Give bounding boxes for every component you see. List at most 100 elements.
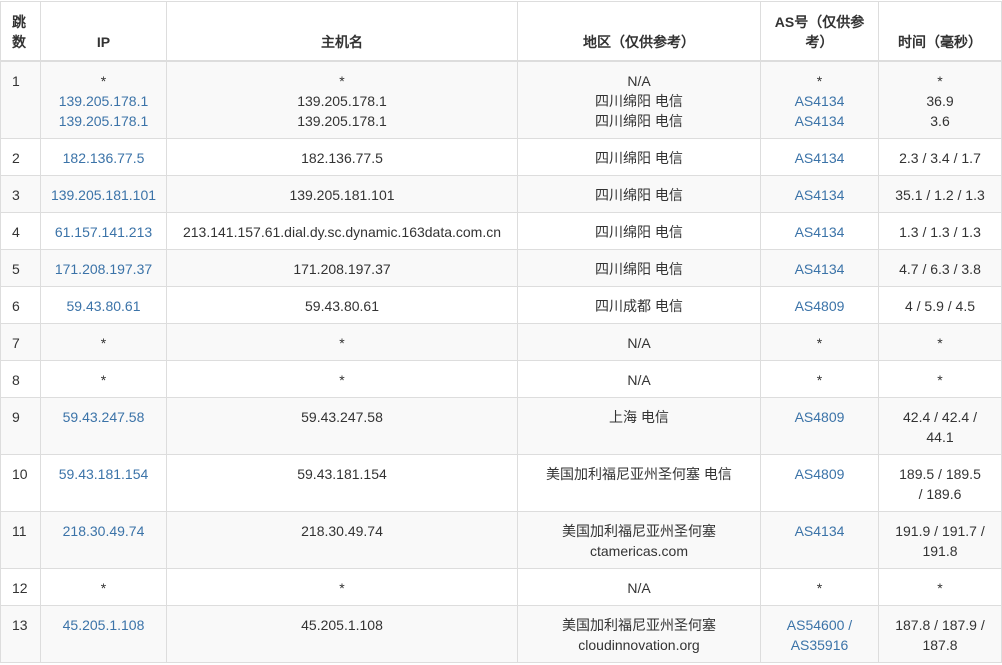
cell-time: 35.1 / 1.2 / 1.3	[878, 174, 1002, 213]
cell-as: AS4134	[760, 174, 879, 213]
as-link[interactable]: AS54600 /	[765, 615, 874, 635]
table-row: 11 218.30.49.74 218.30.49.74 美国加利福尼亚州圣何塞 cta…	[0, 510, 1002, 569]
as-text: *	[816, 371, 823, 388]
time-text: 191.9 / 191.7 /	[895, 522, 985, 539]
table-row: 9 59.43.247.58 59.43.247.58 上海 电信 AS4809 42.4…	[0, 396, 1002, 455]
cell-as: *	[760, 359, 879, 398]
cell-as: AS4134	[760, 211, 879, 250]
ip-link[interactable]: 139.205.178.1	[45, 111, 162, 131]
cell-as: AS54600 /AS35916	[760, 604, 879, 663]
as-link[interactable]: AS4134	[765, 521, 874, 541]
time-text: 191.8	[922, 542, 958, 559]
time-text: 4 / 5.9 / 4.5	[904, 297, 976, 314]
time-text: / 189.6	[918, 485, 962, 502]
area-text: ctamericas.com	[589, 542, 689, 559]
cell-ip: 59.43.181.154	[40, 453, 167, 512]
host-text: 139.205.178.1	[297, 112, 387, 129]
cell-host: 218.30.49.74	[166, 510, 518, 569]
cell-host: 59.43.181.154	[166, 453, 518, 512]
cell-as: AS4809	[760, 285, 879, 324]
area-text: 四川绵阳 电信	[595, 186, 683, 203]
cell-hop: 11	[0, 510, 41, 569]
header-area: 地区（仅供参考）	[517, 1, 761, 62]
area-text: 四川绵阳 电信	[595, 260, 683, 277]
cell-as: AS4809	[760, 396, 879, 455]
cell-host: *	[166, 359, 518, 398]
as-link[interactable]: AS4134	[765, 91, 874, 111]
as-link[interactable]: AS4809	[765, 296, 874, 316]
cell-ip: 218.30.49.74	[40, 510, 167, 569]
cell-host: 182.136.77.5	[166, 137, 518, 176]
time-text: *	[937, 579, 943, 596]
time-text: 42.4 / 42.4 /	[903, 408, 977, 425]
cell-host: 139.205.181.101	[166, 174, 518, 213]
cell-area: 四川绵阳 电信	[517, 248, 761, 287]
cell-area: 上海 电信	[517, 396, 761, 455]
cell-area: 四川绵阳 电信	[517, 174, 761, 213]
host-text: 59.43.247.58	[301, 408, 383, 425]
cell-area: N/A	[517, 567, 761, 606]
ip-link[interactable]: 59.43.181.154	[45, 464, 162, 484]
cell-hop: 5	[0, 248, 41, 287]
time-text: *	[937, 72, 943, 89]
header-time: 时间（毫秒）	[878, 1, 1002, 62]
cell-as: * AS4134 AS4134	[760, 60, 879, 139]
cell-area: 美国加利福尼亚州圣何塞 ctamericas.com	[517, 510, 761, 569]
as-link[interactable]: AS4134	[765, 222, 874, 242]
table-row: 6 59.43.80.61 59.43.80.61 四川成都 电信 AS4809 4 / …	[0, 285, 1002, 324]
cell-as: *	[760, 567, 879, 606]
table-body: 1 * 139.205.178.1 139.205.178.1 * 139.205.178…	[0, 60, 1002, 663]
cell-time: 191.9 / 191.7 / 191.8	[878, 510, 1002, 569]
cell-time: 4.7 / 6.3 / 3.8	[878, 248, 1002, 287]
area-text: N/A	[627, 579, 651, 596]
as-link[interactable]: AS4809	[765, 464, 874, 484]
host-text: *	[339, 72, 345, 89]
cell-hop: 3	[0, 174, 41, 213]
time-text: 1.3 / 1.3 / 1.3	[899, 223, 981, 240]
ip-link[interactable]: 139.205.178.1	[45, 91, 162, 111]
as-link[interactable]: AS4134	[765, 259, 874, 279]
ip-link[interactable]: 61.157.141.213	[45, 222, 162, 242]
table-header-row: 跳数 IP 主机名 地区（仅供参考） AS号（仅供参考） 时间（毫秒）	[0, 1, 1002, 62]
ip-link[interactable]: 59.43.80.61	[45, 296, 162, 316]
as-link[interactable]: AS4134	[765, 111, 874, 131]
cell-ip: *	[40, 359, 167, 398]
time-text: 3.6	[930, 112, 950, 129]
cell-time: *	[878, 359, 1002, 398]
cell-ip: 59.43.80.61	[40, 285, 167, 324]
as-link[interactable]: AS4134	[765, 148, 874, 168]
cell-as: *	[760, 322, 879, 361]
cell-ip: 59.43.247.58	[40, 396, 167, 455]
as-text: *	[816, 579, 823, 596]
host-text: 213.141.157.61.dial.dy.sc.dynamic.163dat…	[182, 223, 502, 240]
host-text: *	[339, 334, 345, 351]
table-row: 12 * * N/A * *	[0, 567, 1002, 606]
cell-host: * 139.205.178.1 139.205.178.1	[166, 60, 518, 139]
cell-time: 187.8 / 187.9 / 187.8	[878, 604, 1002, 663]
as-link[interactable]: AS35916	[765, 635, 874, 655]
as-link[interactable]: AS4809	[765, 407, 874, 427]
cell-area: 四川成都 电信	[517, 285, 761, 324]
cell-host: *	[166, 567, 518, 606]
area-text: cloudinnovation.org	[578, 636, 700, 653]
cell-ip: 139.205.181.101	[40, 174, 167, 213]
ip-link[interactable]: 45.205.1.108	[45, 615, 162, 635]
ip-link[interactable]: 139.205.181.101	[45, 185, 162, 205]
cell-hop: 8	[0, 359, 41, 398]
as-link[interactable]: AS4134	[765, 185, 874, 205]
time-text: 189.5 / 189.5	[899, 465, 981, 482]
cell-ip: *	[40, 567, 167, 606]
cell-hop: 12	[0, 567, 41, 606]
area-text: 四川绵阳 电信	[595, 92, 683, 109]
area-text: N/A	[627, 371, 651, 388]
cell-ip: 61.157.141.213	[40, 211, 167, 250]
table-row: 4 61.157.141.213 213.141.157.61.dial.dy.sc…	[0, 211, 1002, 250]
host-text: 171.208.197.37	[293, 260, 391, 277]
cell-time: 4 / 5.9 / 4.5	[878, 285, 1002, 324]
ip-link[interactable]: 182.136.77.5	[45, 148, 162, 168]
ip-link[interactable]: 59.43.247.58	[45, 407, 162, 427]
ip-link[interactable]: 171.208.197.37	[45, 259, 162, 279]
table-row: 1 * 139.205.178.1 139.205.178.1 * 139.205.178…	[0, 60, 1002, 139]
cell-hop: 4	[0, 211, 41, 250]
ip-link[interactable]: 218.30.49.74	[45, 521, 162, 541]
